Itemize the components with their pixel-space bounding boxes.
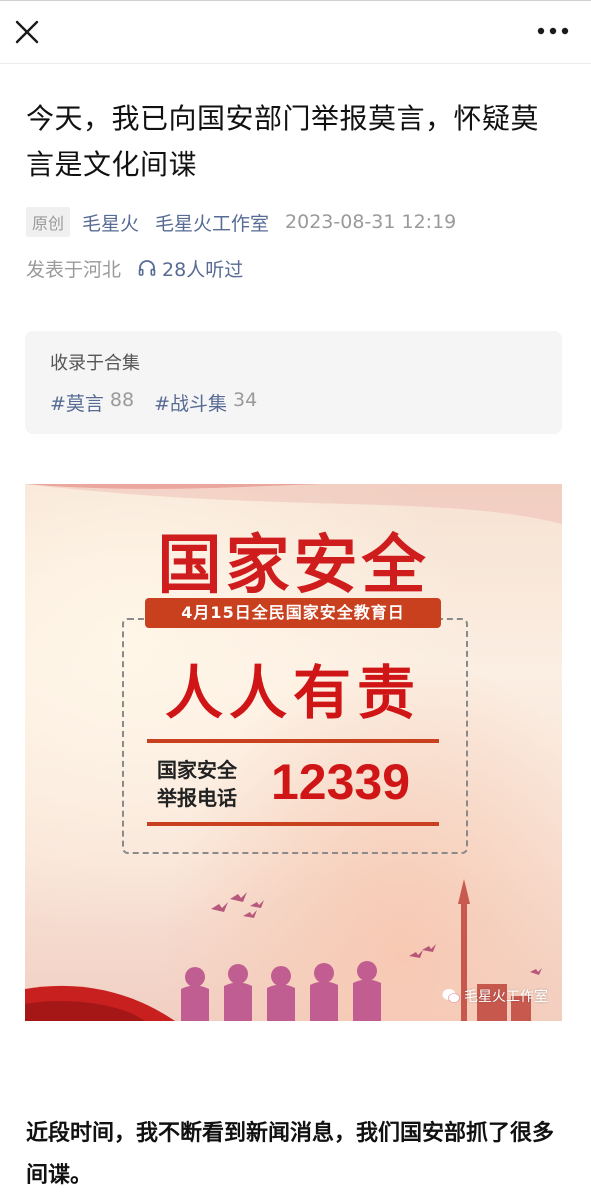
account-link[interactable]: 毛星火工作室 (155, 209, 269, 236)
original-badge: 原创 (26, 207, 71, 237)
collection-box[interactable]: 收录于合集 #莫言 88 #战斗集 34 (25, 331, 562, 434)
hotline-label-line2: 举报电话 (157, 786, 237, 810)
headphones-icon (138, 260, 156, 276)
article-meta-2: 发表于河北 28人听过 (26, 252, 243, 284)
more-icon[interactable] (535, 19, 571, 43)
hotline-label-line1: 国家安全 (157, 758, 237, 782)
tag-moyan[interactable]: #莫言 (50, 389, 104, 416)
poster-divider (147, 822, 439, 826)
publish-location: 发表于河北 (26, 258, 122, 281)
listen-count: 28人听过 (162, 258, 244, 281)
poster-image[interactable]: 国家安全 4月15日全民国家安全教育日 人人有责 国家安全 举报电话 12339… (25, 484, 562, 1021)
article-paragraph: 近段时间，我不断看到新闻消息，我们国安部抓了很多间谍。 (26, 1121, 555, 1188)
watermark-text: 毛星火工作室 (464, 989, 548, 1005)
poster-divider (147, 739, 439, 743)
close-icon[interactable] (12, 17, 42, 47)
listen-button[interactable]: 28人听过 (137, 255, 243, 282)
poster-hotline-number: 12339 (271, 754, 411, 810)
poster-date-banner: 4月15日全民国家安全教育日 (145, 598, 441, 628)
article-title: 今天，我已向国安部门举报莫言，怀疑莫言是文化间谍 (26, 102, 540, 181)
tag-zhandouji[interactable]: #战斗集 (154, 389, 227, 416)
tag-count: 88 (109, 389, 135, 411)
collection-label: 收录于合集 (50, 353, 140, 374)
poster-hotline-label: 国家安全 举报电话 (157, 756, 267, 812)
author-link[interactable]: 毛星火 (82, 209, 139, 236)
tag-count: 34 (233, 389, 258, 411)
poster-slogan: 人人有责 (164, 659, 421, 727)
wechat-icon (442, 989, 460, 1003)
publish-date: 2023-08-31 12:19 (285, 211, 457, 233)
collection-tags: #莫言 88 #战斗集 34 (50, 389, 277, 416)
poster-watermark: 毛星火工作室 (442, 986, 548, 1006)
article-meta: 原创 毛星火 毛星火工作室 2023-08-31 12:19 (26, 206, 456, 238)
top-bar (0, 0, 591, 64)
poster-title: 国家安全 (157, 528, 430, 603)
